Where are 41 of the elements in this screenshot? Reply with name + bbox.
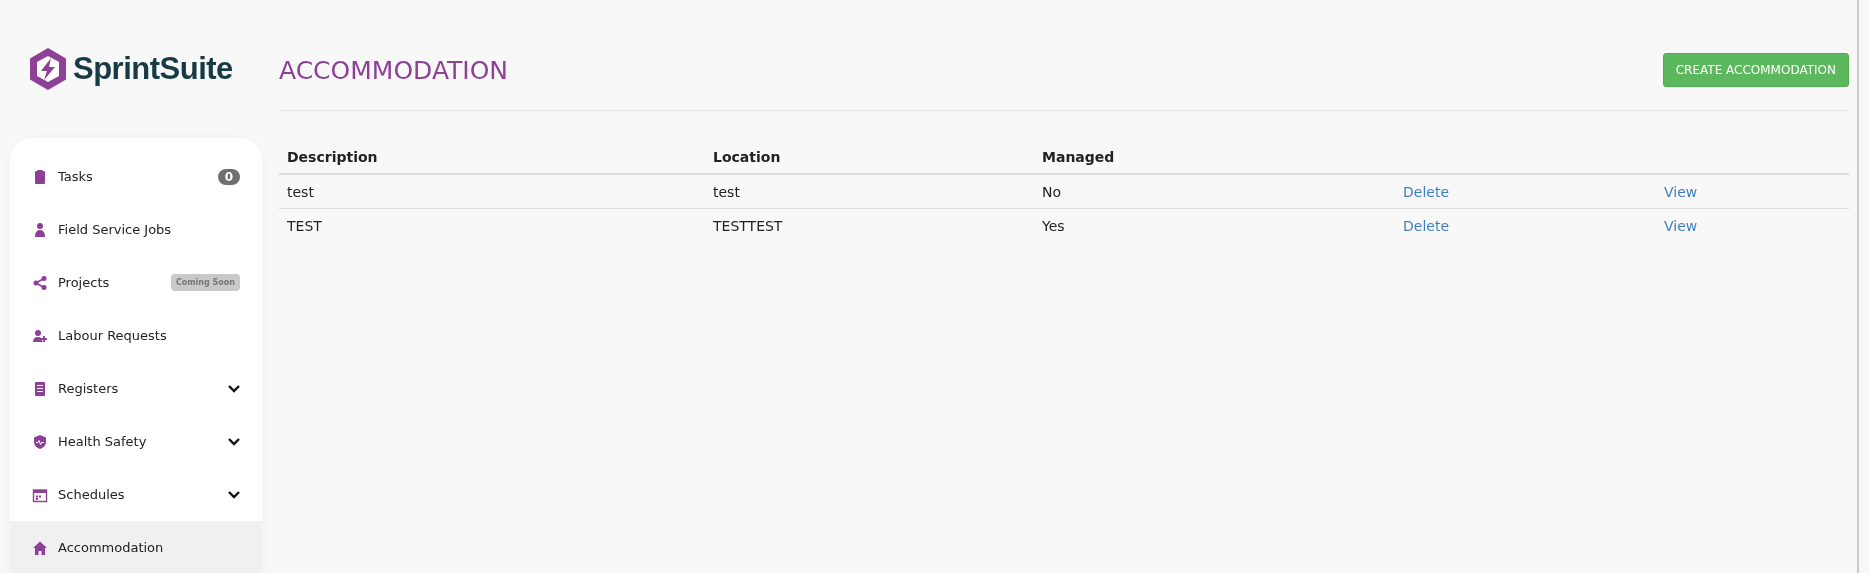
table-cell: No: [1042, 183, 1062, 200]
menu-label: Projects: [58, 275, 111, 290]
table-cell: test: [287, 183, 314, 200]
count-badge: 0: [217, 168, 240, 185]
view-link[interactable]: View: [1664, 183, 1698, 200]
menu-label: Labour Requests: [58, 328, 168, 343]
sidebar-item[interactable]: Projects Coming Soon: [10, 256, 262, 309]
view-link[interactable]: View: [1664, 217, 1698, 234]
status-badge: Coming Soon: [170, 274, 240, 291]
menu-label: Field Service Jobs: [58, 222, 173, 237]
table-cell: TESTTEST: [713, 217, 783, 234]
menu-label: Schedules: [58, 487, 126, 502]
shield-icon: [32, 433, 48, 450]
delete-link[interactable]: Delete: [1403, 183, 1449, 200]
menu-label: Registers: [58, 381, 120, 396]
sidebar-item[interactable]: Labour Requests: [10, 309, 262, 362]
sidebar-item[interactable]: Registers: [10, 362, 262, 415]
table-cell: Yes: [1042, 217, 1065, 234]
sidebar-item[interactable]: Health Safety: [10, 415, 262, 468]
page-title: ACCOMMODATION: [279, 55, 509, 85]
table-cell: test: [713, 183, 740, 200]
sidebar-item[interactable]: Field Service Jobs: [10, 203, 262, 256]
table-cell: TEST: [287, 217, 322, 234]
sidebar-item[interactable]: Accommodation: [10, 521, 262, 573]
column-header: Location: [705, 141, 1034, 174]
home-icon: [32, 539, 48, 556]
column-header: Managed: [1034, 141, 1395, 174]
menu-label: Health Safety: [58, 434, 148, 449]
menu-label: Tasks: [58, 169, 94, 184]
sidebar-item[interactable]: Tasks 0: [10, 150, 262, 203]
person-icon: [32, 221, 48, 238]
column-header: Description: [279, 141, 705, 174]
document-icon: [32, 380, 48, 397]
share-icon: [32, 274, 48, 291]
sidebar-item[interactable]: Schedules: [10, 468, 262, 521]
delete-link[interactable]: Delete: [1403, 217, 1449, 234]
logo-text: SprintSuite: [73, 51, 233, 87]
add-user-icon: [32, 327, 48, 344]
calendar-icon: [32, 486, 48, 503]
clipboard-icon: [32, 168, 48, 185]
menu-label: Accommodation: [58, 540, 165, 555]
